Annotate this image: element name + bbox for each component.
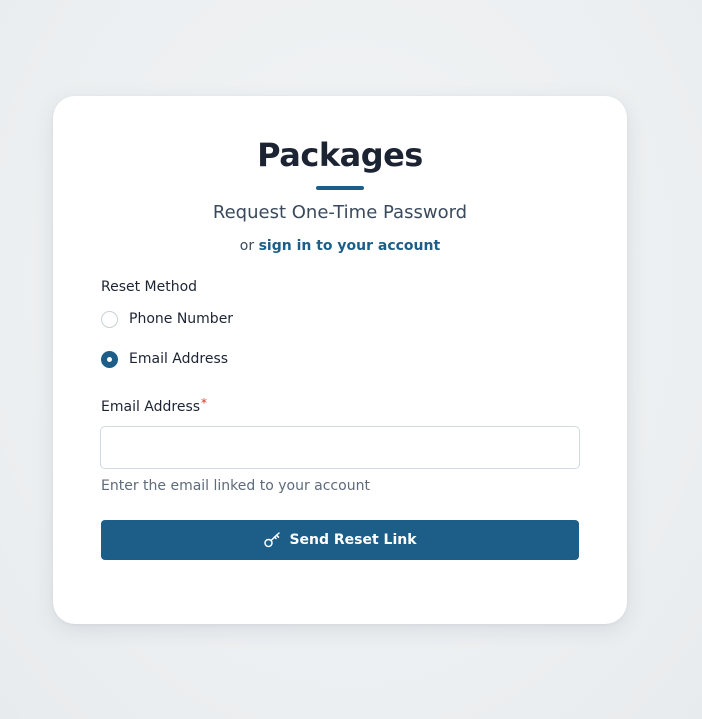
email-input[interactable] — [100, 426, 580, 469]
page-subtitle: Request One-Time Password — [212, 202, 468, 223]
brand-title: Packages — [257, 136, 423, 174]
send-reset-link-label: Send Reset Link — [289, 532, 417, 548]
radio-label-phone: Phone Number — [129, 311, 234, 327]
brand-underline — [316, 186, 364, 190]
email-hint: Enter the email linked to your account — [101, 478, 370, 494]
email-field-label: Email Address* — [101, 396, 208, 415]
reset-method-label: Reset Method — [101, 279, 198, 295]
alt-signin-line: or sign in to your account — [0, 238, 680, 254]
required-asterisk: * — [201, 396, 208, 410]
email-label-text: Email Address — [101, 399, 201, 415]
radio-option-email[interactable]: Email Address — [101, 349, 228, 369]
key-icon — [263, 531, 283, 549]
radio-label-email: Email Address — [129, 351, 229, 367]
send-reset-link-button[interactable]: Send Reset Link — [101, 520, 579, 560]
radio-option-phone[interactable]: Phone Number — [101, 309, 233, 329]
radio-email[interactable] — [101, 350, 118, 368]
alt-prefix: or — [239, 238, 255, 254]
sign-in-link[interactable]: sign in to your account — [259, 238, 441, 254]
radio-phone[interactable] — [101, 310, 118, 328]
page-background: Packages Request One-Time Password or si… — [0, 0, 702, 719]
